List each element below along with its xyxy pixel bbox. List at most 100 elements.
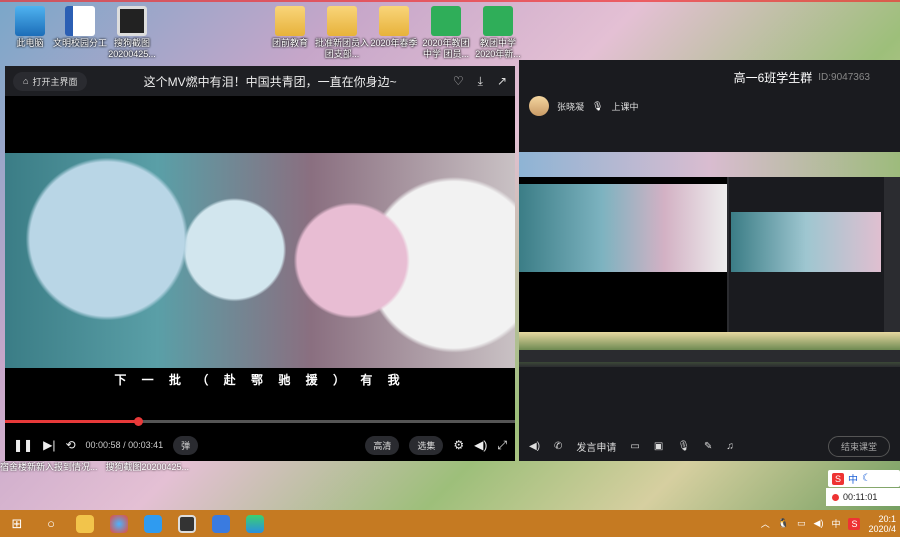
spreadsheet-icon xyxy=(431,6,461,36)
sound-icon[interactable]: ◀) xyxy=(814,518,824,529)
class-group-window: 高一6班学生群 ID:9047363 张晓凝 🎙 上课中 ◀) ✆ 发言申请 ▭… xyxy=(519,60,900,461)
taskbar-app-blue[interactable] xyxy=(136,510,170,537)
group-header: 高一6班学生群 ID:9047363 xyxy=(519,60,900,94)
taskbar-explorer[interactable] xyxy=(68,510,102,537)
mic-icon[interactable]: 🎙 xyxy=(677,441,690,452)
group-id: ID:9047363 xyxy=(818,71,870,83)
folder-icon xyxy=(275,6,305,36)
desktop-icon-label: 文明校园分工 xyxy=(52,38,107,48)
avatar[interactable] xyxy=(529,96,549,116)
recording-time: 00:11:01 xyxy=(843,492,878,502)
speaker-icon[interactable]: ◀) xyxy=(529,441,540,452)
video-frame[interactable] xyxy=(5,153,515,368)
video-subtitle: 下 一 批 （ 赴 鄂 驰 援 ） 有 我 xyxy=(114,373,406,387)
desktop-icon-word-doc[interactable]: 文明校园分工 xyxy=(52,6,108,49)
taskbar-photos-app[interactable] xyxy=(238,510,272,537)
browser-icon xyxy=(110,514,128,533)
progress-fill xyxy=(5,420,138,423)
clock-date: 2020/4 xyxy=(868,523,896,534)
computer-icon xyxy=(15,6,45,36)
desktop-icon-screenshot[interactable]: 搜狗截图20200425... xyxy=(104,6,160,60)
preview-taskbar xyxy=(519,350,900,362)
class-app-icon xyxy=(212,514,230,533)
microphone-icon: 🎙 xyxy=(592,100,604,111)
bg-label: 搜狗截图20200425... xyxy=(105,462,190,472)
desktop-icon-label: 团前教育 xyxy=(271,38,308,48)
desktop-icon-folder-1[interactable]: 团前教育 xyxy=(262,6,318,49)
start-button[interactable]: ⊞ xyxy=(0,510,34,537)
episodes-button[interactable]: 选集 xyxy=(409,435,444,455)
preview-video xyxy=(519,184,727,272)
screen-share-icon[interactable]: ▣ xyxy=(654,441,663,452)
chevron-up-icon[interactable]: ︿ xyxy=(761,517,770,530)
moon-icon: ☾ xyxy=(862,473,871,484)
open-main-button[interactable]: ⌂ 打开主界面 xyxy=(13,71,88,91)
word-document-icon xyxy=(65,6,95,36)
search-button[interactable]: ○ xyxy=(34,510,68,537)
search-circle-icon: ○ xyxy=(47,516,55,531)
windows-icon: ⊞ xyxy=(11,515,23,531)
end-class-button[interactable]: 结束课堂 xyxy=(827,435,890,457)
network-icon[interactable]: ▭ xyxy=(797,518,806,529)
camera-off-icon[interactable]: ▭ xyxy=(630,441,639,452)
desktop-icon-folder-3[interactable]: 2020年春季 xyxy=(366,6,422,49)
recording-indicator[interactable]: 00:11:01 xyxy=(826,488,900,506)
group-controls: ◀) ✆ 发言申请 ▭ ▣ 🎙 ✎ ♫ 结束课堂 xyxy=(519,432,900,460)
desktop-icon-folder-2[interactable]: 批准新团员入团支部... xyxy=(314,6,370,60)
clock[interactable]: 20:1 2020/4 xyxy=(868,514,896,534)
danmaku-button[interactable]: 弹 xyxy=(173,435,199,455)
teacher-name: 张晓凝 xyxy=(557,101,585,112)
qq-icon[interactable]: 🐧 xyxy=(778,518,789,529)
open-main-label: 打开主界面 xyxy=(32,76,78,87)
input-language[interactable]: 中 xyxy=(831,517,840,530)
desktop-icon-label: 2020年春季 xyxy=(370,38,418,48)
sogou-icon: S xyxy=(832,472,844,485)
desktop-icon-label: 2020年教团中学 团员... xyxy=(422,38,470,59)
video-player-window: ⌂ 打开主界面 这个MV燃中有泪！中国共青团，一直在你身边~ ♡ ⤓ ↗ 下 一… xyxy=(5,66,515,461)
desktop-top-border xyxy=(0,0,900,2)
group-title: 高一6班学生群 xyxy=(733,70,813,85)
desktop-icon-this-pc[interactable]: 此电脑 xyxy=(2,6,58,49)
desktop-icon-sheet-1[interactable]: 2020年教团中学 团员... xyxy=(418,6,474,60)
folder-icon xyxy=(379,6,409,36)
edit-icon[interactable]: ✎ xyxy=(704,441,712,452)
danmaku-label: 弹 xyxy=(181,440,191,451)
folder-icon xyxy=(327,6,357,36)
app-icon xyxy=(144,514,162,533)
desktop-icon-label: 此电脑 xyxy=(16,38,44,48)
system-tray: ︿ 🐧 ▭ ◀) 中 S 20:1 2020/4 xyxy=(761,514,900,534)
volume-icon[interactable]: ◀) xyxy=(474,438,487,452)
video-title: 这个MV燃中有泪！中国共青团，一直在你身边~ xyxy=(143,74,397,89)
progress-bar[interactable] xyxy=(5,417,515,426)
taskbar-class-app[interactable] xyxy=(204,510,238,537)
progress-handle[interactable] xyxy=(133,417,143,426)
pause-icon[interactable]: ❚❚ xyxy=(13,438,33,452)
loop-icon[interactable]: ⟲ xyxy=(65,438,75,452)
desktop-icon-label: 搜狗截图20200425... xyxy=(108,38,156,59)
settings-icon[interactable]: ⚙ xyxy=(453,438,464,452)
quality-button[interactable]: 高清 xyxy=(365,435,400,455)
taskbar-browser[interactable] xyxy=(102,510,136,537)
preview-nested-video xyxy=(731,212,881,272)
sogou-tray-icon[interactable]: S xyxy=(848,517,861,530)
next-icon[interactable]: ▶| xyxy=(43,438,55,452)
record-dot-icon xyxy=(832,493,839,501)
screen-share-preview[interactable] xyxy=(519,152,900,367)
fullscreen-icon[interactable]: ⤢ xyxy=(497,438,507,453)
share-icon[interactable]: ↗ xyxy=(497,74,507,89)
taskbar: ⊞ ○ ︿ 🐧 ▭ ◀) 中 S 20:1 2020/4 xyxy=(0,510,900,537)
home-icon: ⌂ xyxy=(23,76,29,86)
player-header: ⌂ 打开主界面 这个MV燃中有泪！中国共青团，一直在你身边~ ♡ ⤓ ↗ xyxy=(5,66,515,96)
player-controls: ❚❚ ▶| ⟲ 00:00:58 / 00:03:41 弹 高清 选集 ⚙ ◀)… xyxy=(5,429,515,461)
speak-request-button[interactable]: 发言申请 xyxy=(576,439,616,454)
music-icon[interactable]: ♫ xyxy=(726,441,734,452)
clock-time: 20:1 xyxy=(878,513,896,524)
ime-mode: 中 xyxy=(848,475,858,486)
favorite-icon[interactable]: ♡ xyxy=(453,74,464,89)
phone-icon[interactable]: ✆ xyxy=(554,441,562,452)
desktop-icon-sheet-2[interactable]: 教团中学2020年新... xyxy=(470,6,526,60)
download-icon[interactable]: ⤓ xyxy=(478,74,483,89)
ime-toolbar[interactable]: S 中 ☾ xyxy=(828,470,900,487)
image-file-icon xyxy=(117,6,147,36)
taskbar-video-app[interactable] xyxy=(170,510,204,537)
